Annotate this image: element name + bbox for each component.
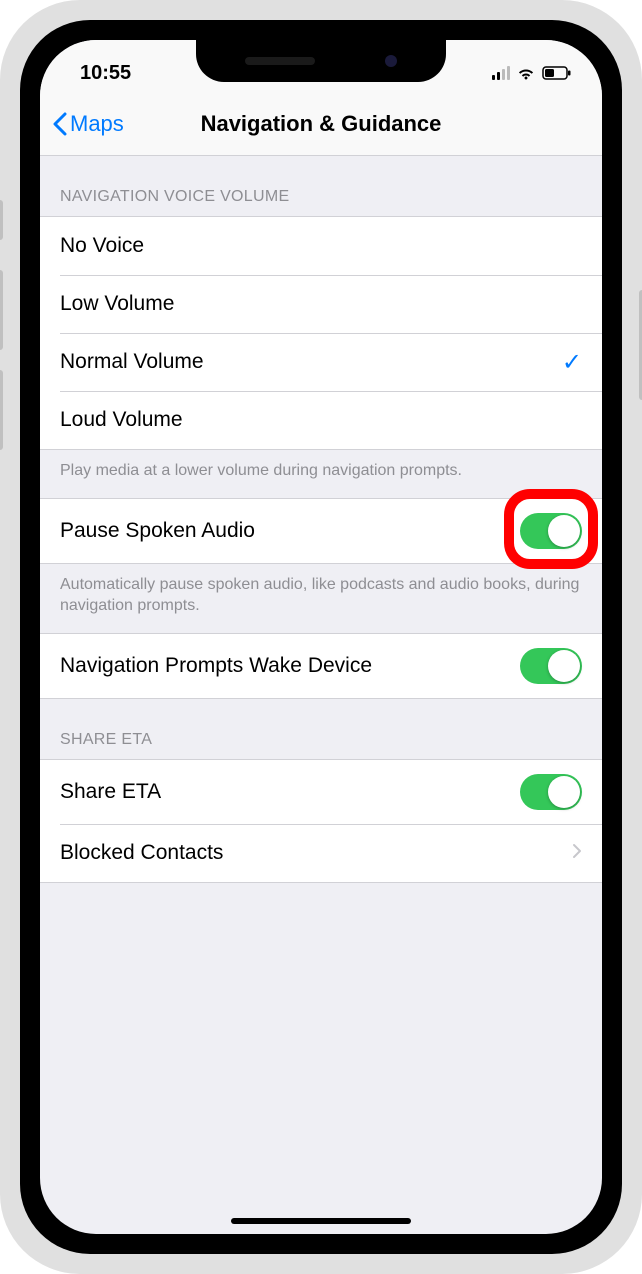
row-label: Pause Spoken Audio <box>60 519 255 543</box>
section-header-voice: NAVIGATION VOICE VOLUME <box>40 156 602 216</box>
option-low-volume[interactable]: Low Volume <box>40 275 602 333</box>
battery-icon <box>542 66 572 80</box>
row-wake-device[interactable]: Navigation Prompts Wake Device <box>40 634 602 698</box>
content-scroll[interactable]: NAVIGATION VOICE VOLUME No Voice Low Vol… <box>40 156 602 883</box>
option-label: Low Volume <box>60 292 174 316</box>
option-label: Loud Volume <box>60 408 183 432</box>
option-no-voice[interactable]: No Voice <box>40 217 602 275</box>
status-time: 10:55 <box>80 62 131 85</box>
chevron-left-icon <box>52 112 68 136</box>
option-label: No Voice <box>60 234 144 258</box>
device-notch <box>196 40 446 82</box>
row-label: Navigation Prompts Wake Device <box>60 654 372 678</box>
checkmark-icon: ✓ <box>562 348 582 377</box>
back-label: Maps <box>70 111 124 137</box>
row-label: Share ETA <box>60 780 161 804</box>
cellular-signal-icon <box>492 66 510 80</box>
home-indicator[interactable] <box>231 1218 411 1224</box>
back-button[interactable]: Maps <box>40 111 124 137</box>
option-label: Normal Volume <box>60 350 204 374</box>
share-eta-list: Share ETA Blocked Contacts <box>40 759 602 883</box>
option-normal-volume[interactable]: Normal Volume ✓ <box>40 333 602 391</box>
row-label: Blocked Contacts <box>60 841 223 865</box>
option-loud-volume[interactable]: Loud Volume <box>40 391 602 449</box>
page-title: Navigation & Guidance <box>40 111 602 137</box>
toggle-pause-spoken-audio[interactable] <box>520 513 582 549</box>
toggle-share-eta[interactable] <box>520 774 582 810</box>
section-footer-voice: Play media at a lower volume during navi… <box>40 450 602 498</box>
voice-volume-list: No Voice Low Volume Normal Volume ✓ Loud… <box>40 216 602 450</box>
row-share-eta[interactable]: Share ETA <box>40 760 602 824</box>
toggle-wake-device[interactable] <box>520 648 582 684</box>
section-footer-pause: Automatically pause spoken audio, like p… <box>40 564 602 633</box>
navigation-bar: Maps Navigation & Guidance <box>40 92 602 156</box>
pause-audio-list: Pause Spoken Audio <box>40 498 602 564</box>
wake-device-list: Navigation Prompts Wake Device <box>40 633 602 699</box>
wifi-icon <box>516 66 536 80</box>
section-header-share: SHARE ETA <box>40 699 602 759</box>
row-pause-spoken-audio[interactable]: Pause Spoken Audio <box>40 499 602 563</box>
chevron-right-icon <box>572 841 582 865</box>
row-blocked-contacts[interactable]: Blocked Contacts <box>40 824 602 882</box>
